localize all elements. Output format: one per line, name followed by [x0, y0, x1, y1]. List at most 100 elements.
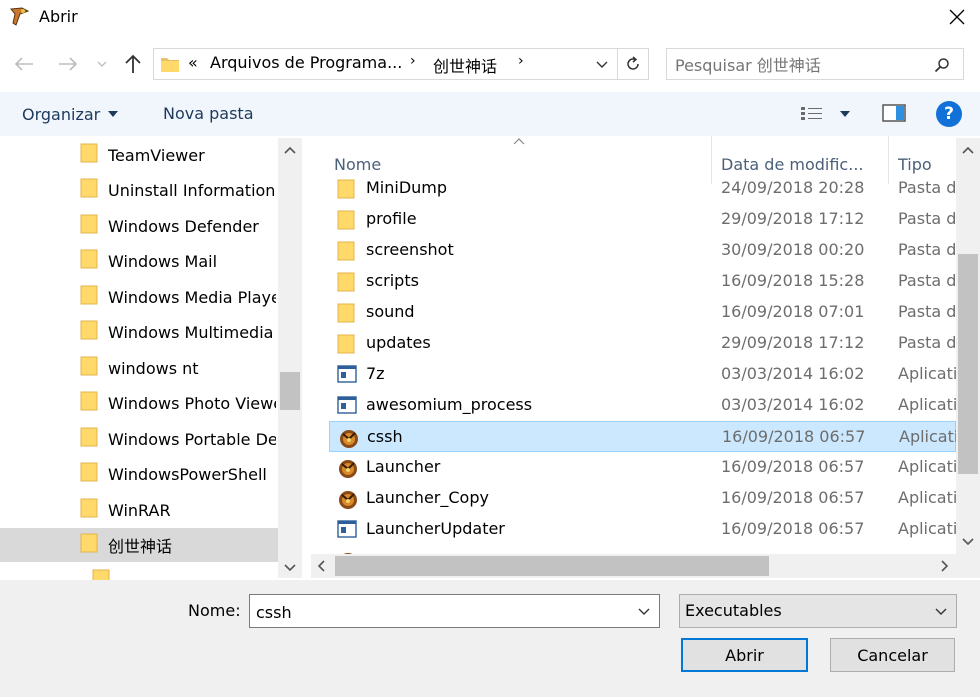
breadcrumb-separator[interactable]: ›	[410, 53, 416, 69]
file-type-icon	[337, 241, 355, 265]
nav-tree-item-label: windows nt	[108, 358, 199, 378]
nav-tree-item[interactable]: Windows Portable Devices	[0, 422, 278, 456]
nav-tree-item[interactable]: Windows Media Player	[0, 280, 278, 314]
nav-tree-item[interactable]: 创世神话	[0, 528, 278, 562]
organize-menu[interactable]: Organizar	[12, 102, 119, 126]
nav-tree-item[interactable]: Uninstall Information	[0, 173, 278, 207]
file-row[interactable]: 7z 03/03/2014 16:02 Aplicativo	[329, 359, 956, 390]
nav-tree-item-label: 创世神话	[108, 537, 173, 556]
address-overflow[interactable]: «	[188, 53, 198, 72]
file-row[interactable]: sound 16/09/2018 07:01 Pasta de arquivos	[329, 297, 956, 328]
nav-tree-item[interactable]: windows nt	[0, 351, 278, 385]
close-icon	[949, 9, 965, 25]
scroll-down-icon[interactable]	[284, 564, 296, 572]
refresh-button[interactable]	[617, 48, 649, 80]
cancel-button[interactable]: Cancelar	[830, 638, 955, 672]
dialog-footer: Nome: Executables Abrir Cancelar	[0, 580, 980, 697]
window-title: Abrir	[39, 7, 78, 26]
arrow-left-icon	[14, 57, 33, 71]
up-button[interactable]	[119, 50, 147, 78]
game-app-icon	[339, 460, 357, 478]
forward-button[interactable]	[54, 50, 82, 78]
folder-icon	[80, 533, 98, 553]
file-list-horizontal-scrollbar[interactable]	[311, 554, 956, 578]
file-type: Aplicativo	[898, 364, 956, 383]
file-name: updates	[366, 333, 431, 352]
file-row[interactable]: MiniDump 24/09/2018 20:28 Pasta de arquivo…	[329, 173, 956, 204]
new-folder-button[interactable]: Nova pasta	[163, 104, 254, 123]
search-box[interactable]	[666, 48, 964, 80]
file-date: 30/09/2018 00:20	[721, 240, 865, 259]
folder-icon	[80, 462, 98, 482]
folder-icon	[80, 143, 98, 163]
scrollbar-thumb[interactable]	[335, 556, 769, 576]
file-type: Aplicativo	[898, 488, 956, 507]
file-row[interactable]: Launcher 16/09/2018 06:57 Aplicativo	[329, 452, 956, 483]
view-options-button[interactable]	[800, 104, 856, 124]
file-type: Aplicativo	[899, 427, 957, 446]
navigation-scrollbar[interactable]	[278, 138, 302, 578]
folder-icon	[80, 249, 98, 273]
open-button[interactable]: Abrir	[681, 638, 808, 672]
navigation-pane[interactable]: TeamViewer Uninstall Information Windows D…	[0, 136, 302, 580]
filename-combobox[interactable]	[249, 594, 660, 628]
help-button[interactable]: ?	[936, 101, 962, 127]
filename-input[interactable]	[254, 599, 628, 625]
file-row[interactable]: updates 29/09/2018 17:12 Pasta de arquivos	[329, 328, 956, 359]
file-row[interactable]: Launcher_Copy 16/09/2018 06:57 Aplicativo	[329, 483, 956, 514]
nav-tree-child-item[interactable]	[0, 564, 278, 580]
nav-tree-item[interactable]: WindowsPowerShell	[0, 457, 278, 491]
search-input[interactable]	[673, 52, 927, 78]
scroll-right-icon[interactable]	[941, 560, 949, 572]
close-button[interactable]	[934, 0, 980, 34]
file-row[interactable]: LauncherUpdater 16/09/2018 06:57 Aplicativ…	[329, 514, 956, 545]
file-name: cssh	[367, 427, 403, 446]
back-button[interactable]	[10, 50, 38, 78]
file-date: 16/09/2018 06:57	[721, 519, 865, 538]
filetype-select[interactable]: Executables	[679, 594, 957, 628]
nav-tree-item[interactable]: Windows Photo Viewer	[0, 386, 278, 420]
file-date: 03/03/2014 16:02	[721, 364, 865, 383]
file-type: Aplicativo	[898, 395, 956, 414]
file-type: Pasta de arquivos	[898, 302, 956, 321]
app-icon	[8, 5, 32, 29]
breadcrumb-item[interactable]: 创世神话	[433, 53, 497, 77]
search-icon[interactable]	[934, 57, 950, 73]
nav-tree-item[interactable]: WinRAR	[0, 493, 278, 527]
arrow-right-icon	[59, 57, 78, 71]
scroll-down-icon[interactable]	[962, 538, 974, 546]
address-bar[interactable]: « Arquivos de Programa... › 创世神话 ›	[153, 48, 618, 80]
scrollbar-thumb[interactable]	[280, 372, 300, 410]
file-list[interactable]: Nome Data de modific... Tipo MiniDump 24/…	[311, 136, 980, 580]
file-type-icon	[337, 303, 355, 327]
file-row[interactable]: scripts 16/09/2018 15:28 Pasta de arquivos	[329, 266, 956, 297]
folder-icon	[337, 303, 355, 323]
folder-icon	[80, 498, 98, 522]
file-row[interactable]: screenshot 30/09/2018 00:20 Pasta de arqui…	[329, 235, 956, 266]
file-row[interactable]: awesomium_process 03/03/2014 16:02 Aplicat…	[329, 390, 956, 421]
nav-tree-item[interactable]: Windows Defender	[0, 209, 278, 243]
scroll-up-icon[interactable]	[962, 146, 974, 154]
file-type-icon	[337, 334, 355, 358]
breadcrumb-item[interactable]: Arquivos de Programa...	[210, 53, 402, 72]
file-date: 16/09/2018 06:57	[721, 457, 865, 476]
scroll-up-icon[interactable]	[284, 146, 296, 154]
folder-icon	[161, 58, 179, 72]
nav-tree-item[interactable]: TeamViewer	[0, 138, 278, 172]
scroll-left-icon[interactable]	[317, 560, 325, 572]
file-row[interactable]: profile 29/09/2018 17:12 Pasta de arquivos	[329, 204, 956, 235]
nav-tree-item[interactable]: Windows Mail	[0, 244, 278, 278]
breadcrumb-separator[interactable]: ›	[518, 53, 524, 69]
nav-tree-item[interactable]: Windows Multimedia Platform	[0, 315, 278, 349]
file-row[interactable]: cssh 16/09/2018 06:57 Aplicativo	[329, 421, 957, 452]
chevron-down-icon[interactable]	[638, 608, 650, 616]
preview-pane-button[interactable]	[882, 104, 908, 124]
nav-tree-item-label: WindowsPowerShell	[108, 464, 267, 484]
chevron-down-icon	[935, 608, 947, 615]
nav-tree-item-label: Windows Media Player	[108, 287, 276, 307]
chevron-down-icon[interactable]	[596, 61, 608, 69]
recent-locations-dropdown[interactable]	[94, 52, 110, 76]
file-list-vertical-scrollbar[interactable]	[956, 138, 980, 554]
details-view-icon	[801, 107, 822, 120]
scrollbar-thumb[interactable]	[958, 254, 978, 474]
